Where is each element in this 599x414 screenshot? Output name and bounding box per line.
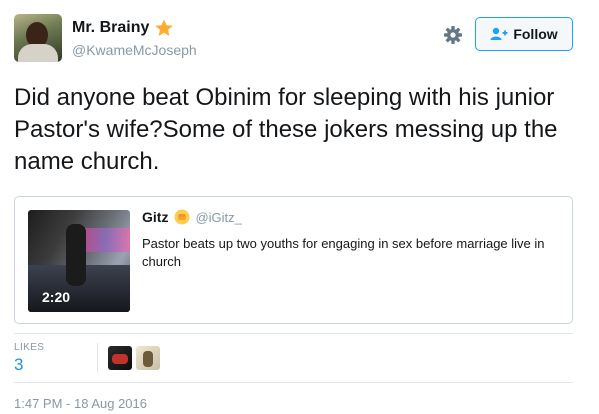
- liker-avatar[interactable]: [108, 346, 132, 370]
- star-icon: [154, 18, 174, 38]
- divider: [14, 382, 573, 383]
- quoted-tweet-card[interactable]: 2:20 Gitz @iGitz_ Pastor beats up two yo…: [14, 196, 573, 324]
- quoted-tweet-header: Gitz @iGitz_: [142, 209, 242, 225]
- quoted-author-name[interactable]: Gitz: [142, 209, 168, 225]
- likes-count[interactable]: 3: [14, 355, 23, 375]
- author-name-row: Mr. Brainy: [72, 18, 174, 38]
- video-stage: [83, 228, 130, 252]
- video-thumbnail[interactable]: 2:20: [28, 210, 130, 312]
- author-avatar[interactable]: [14, 14, 62, 62]
- divider: [14, 333, 573, 334]
- liker-avatar[interactable]: [136, 346, 160, 370]
- raised-fist-icon: [174, 209, 190, 225]
- author-handle[interactable]: @KwameMcJoseph: [72, 42, 197, 58]
- liker-avatar-detail: [112, 354, 128, 364]
- add-user-icon: [490, 27, 508, 40]
- follow-button[interactable]: Follow: [475, 17, 573, 51]
- gear-icon[interactable]: [443, 25, 463, 45]
- follow-label: Follow: [513, 26, 558, 42]
- stats-separator: [97, 343, 98, 373]
- likes-label: LIKES: [14, 342, 45, 353]
- tweet-text: Did anyone beat Obinim for sleeping with…: [14, 84, 558, 175]
- author-display-name[interactable]: Mr. Brainy: [72, 19, 149, 37]
- video-figure: [66, 224, 86, 286]
- tweet-timestamp[interactable]: 1:47 PM - 18 Aug 2016: [14, 396, 147, 411]
- avatar-shirt: [18, 44, 58, 62]
- quoted-author-handle[interactable]: @iGitz_: [195, 210, 241, 225]
- video-duration: 2:20: [42, 289, 71, 305]
- quoted-tweet-text: Pastor beats up two youths for engaging …: [142, 236, 545, 269]
- liker-avatar-detail: [143, 351, 153, 367]
